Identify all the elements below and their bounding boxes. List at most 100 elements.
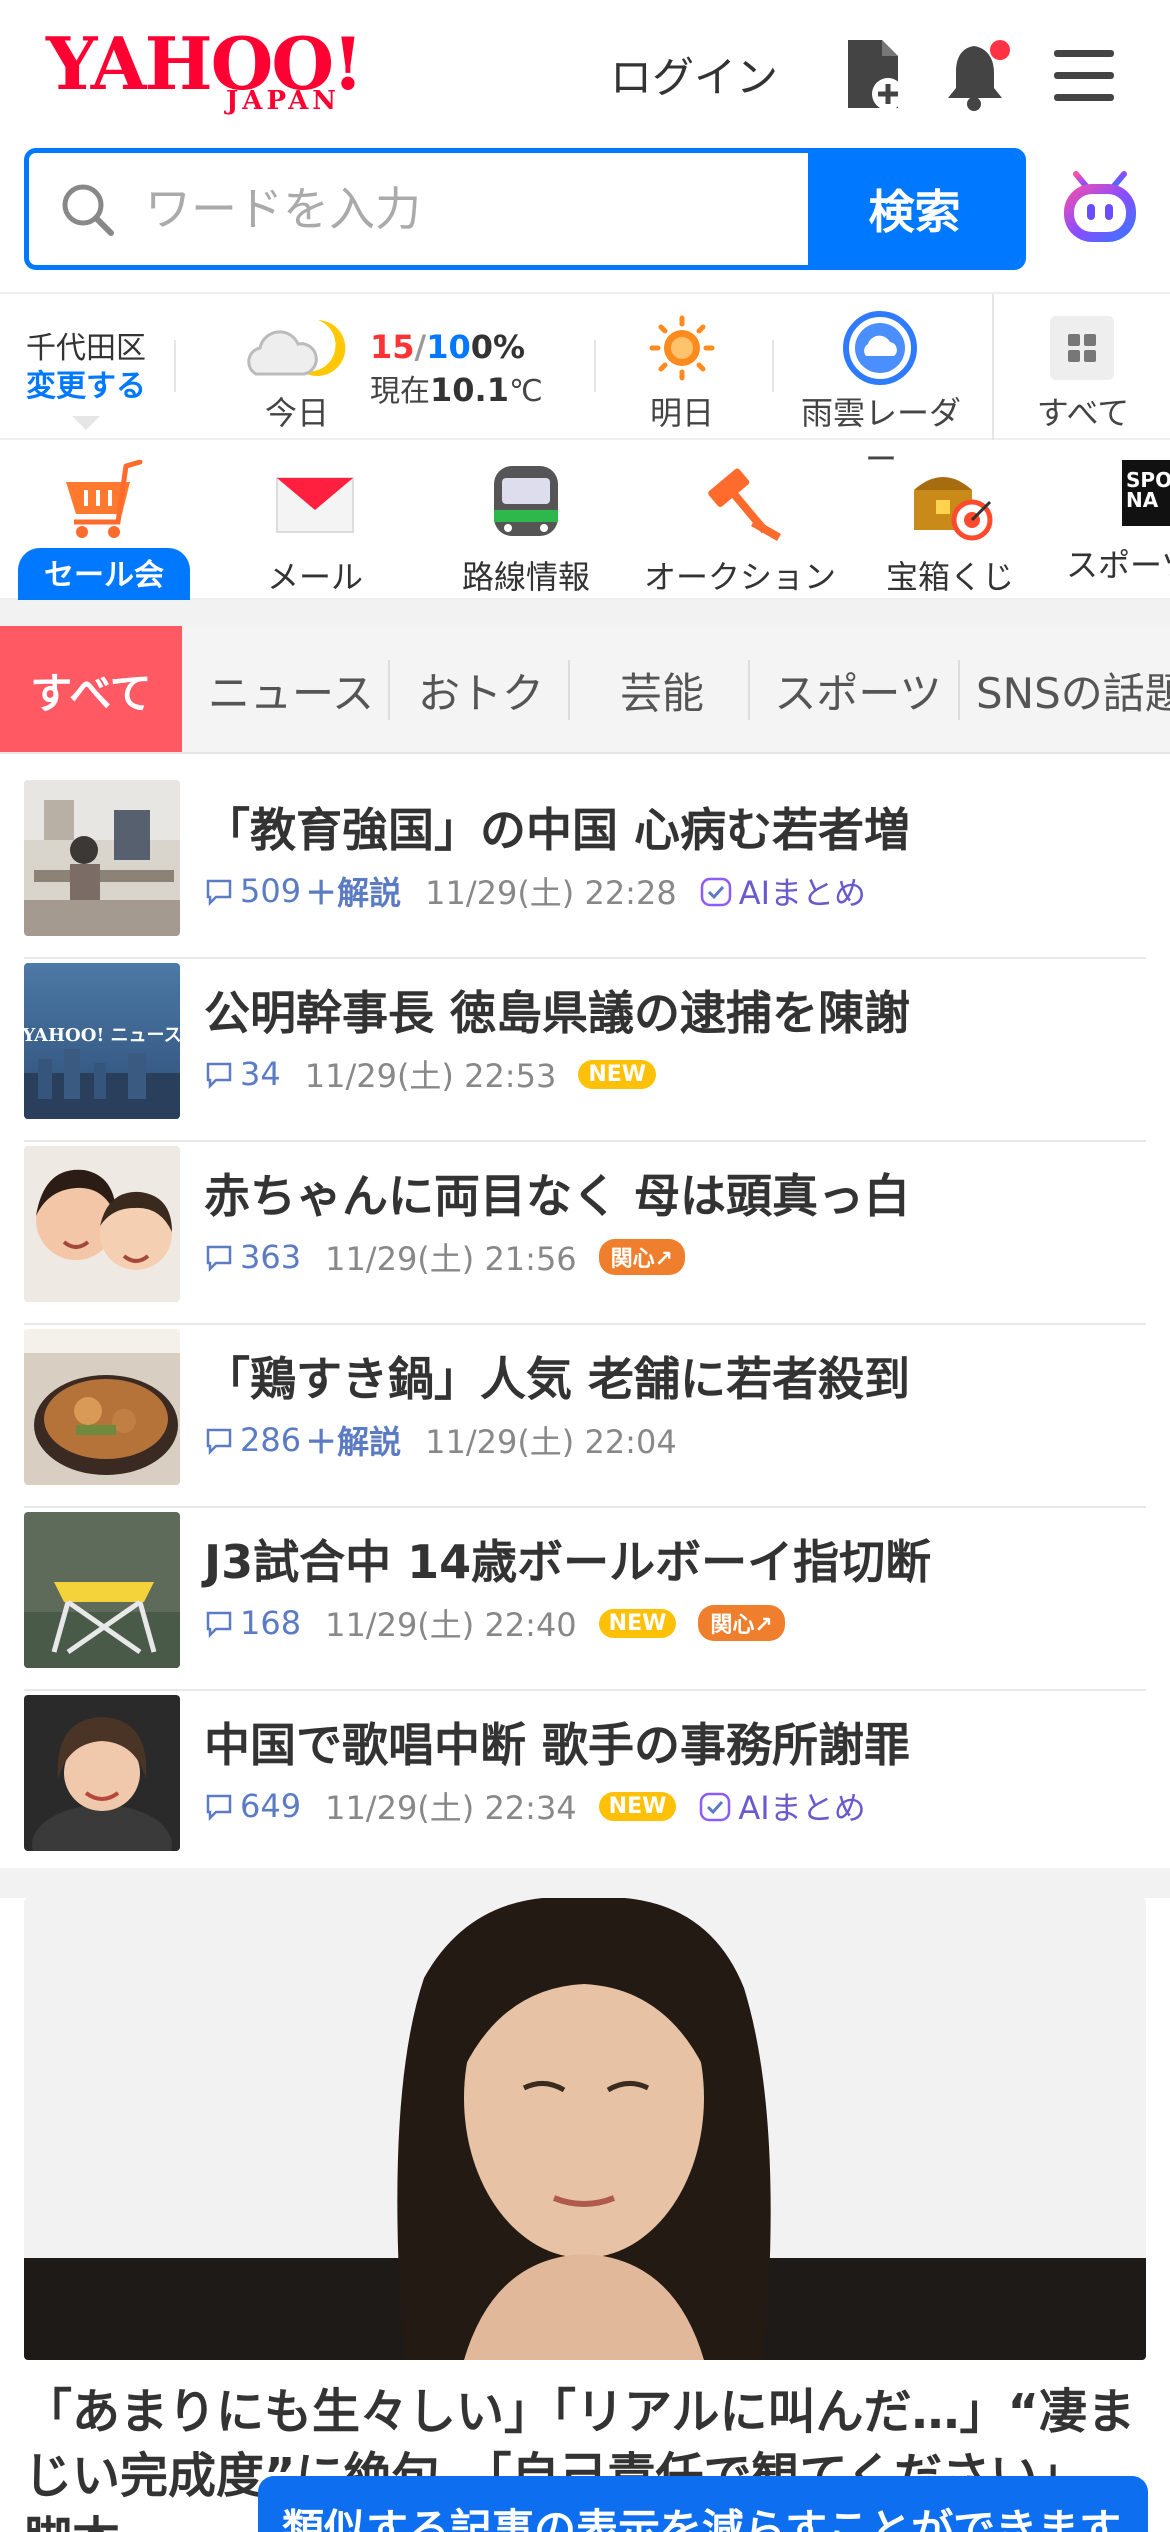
- temperature: 15/100%: [370, 328, 525, 366]
- tab-all[interactable]: すべて: [0, 626, 182, 752]
- logo-sub: JAPAN: [226, 86, 341, 116]
- lottery-label: 宝箱くじ: [885, 558, 1014, 596]
- news-thumbnail: [24, 1695, 180, 1851]
- now-temp-unit: ℃: [508, 374, 543, 409]
- news-meta: 34 11/29(土) 22:53 NEW: [204, 1051, 657, 1097]
- change-location-link[interactable]: 変更する: [26, 368, 146, 406]
- tab-news[interactable]: ニュース: [196, 626, 386, 752]
- news-time: 11/29(土) 22:04: [425, 1423, 677, 1461]
- rain-chance: 0%: [470, 328, 526, 366]
- search-input[interactable]: [145, 153, 835, 265]
- sunny-icon[interactable]: [642, 312, 722, 384]
- new-badge: NEW: [598, 1608, 677, 1638]
- all-services-label[interactable]: すべて: [1030, 388, 1136, 434]
- feature-title-line: 「あまりにも生々しい」「リアルに叫んだ…」“凄ま: [24, 2384, 1136, 2440]
- location-name: 千代田区: [26, 331, 146, 366]
- news-item[interactable]: 「鶏すき鍋」人気 老舗に若者殺到 286 ＋解説 11/29(土) 22:04: [24, 1325, 1146, 1508]
- tab-entertainment[interactable]: 芸能: [578, 626, 746, 752]
- news-item[interactable]: 赤ちゃんに両目なく 母は頭真っ白 363 11/29(土) 21:56 関心↗: [24, 1142, 1146, 1325]
- comment-number: 286: [240, 1421, 302, 1459]
- separator: [0, 600, 1170, 626]
- tab-divider: [568, 660, 570, 720]
- search-bar: 検索: [24, 148, 1026, 270]
- tab-sns[interactable]: SNSの話題: [964, 626, 1170, 752]
- tab-sports[interactable]: スポーツ: [758, 626, 958, 752]
- news-thumbnail: [24, 780, 180, 936]
- location[interactable]: 千代田区 変更する: [26, 330, 146, 406]
- weather-bar: 千代田区 変更する 今日 15/100% 現在10.1℃ 明日 雨雲レーダー す…: [0, 292, 1170, 478]
- ai-summary-label: AIまとめ: [738, 874, 867, 912]
- news-meta: 286 ＋解説 11/29(土) 22:04: [204, 1417, 677, 1463]
- comment-count[interactable]: 168: [204, 1604, 301, 1642]
- temp-sep: /: [414, 328, 427, 366]
- news-item[interactable]: 中国で歌唱中断 歌手の事務所謝罪 649 11/29(土) 22:34 NEW …: [24, 1691, 1146, 1874]
- news-title[interactable]: 赤ちゃんに両目なく 母は頭真っ白: [204, 1160, 910, 1226]
- location-pointer: [72, 416, 100, 430]
- today-label: 今日: [264, 394, 329, 432]
- news-meta: 649 11/29(土) 22:34 NEW AIまとめ: [204, 1783, 866, 1829]
- service-transit[interactable]: 路線情報: [452, 460, 600, 598]
- news-item[interactable]: YAHOO! ニュース 公明幹事長 徳島県議の逮捕を陳謝 34 11/29(土)…: [24, 959, 1146, 1142]
- comment-icon: [206, 1062, 232, 1089]
- services-row: セール会場 メール 路線情報: [0, 440, 1170, 640]
- interest-badge: 関心↗: [598, 1239, 686, 1275]
- auction-label: オークション: [644, 558, 837, 596]
- sports-logo-icon: SPO NA: [1122, 460, 1170, 526]
- news-title[interactable]: 「教育強国」の中国 心病む若者増: [204, 794, 910, 860]
- comment-count[interactable]: 363: [204, 1238, 301, 1276]
- hide-similar-toast[interactable]: 類似する記事の表示を減らすことができます: [258, 2476, 1148, 2532]
- treasure-chest-icon: [902, 460, 998, 546]
- news-title[interactable]: 公明幹事長 徳島県議の逮捕を陳謝: [204, 977, 910, 1043]
- add-document-icon[interactable]: [838, 36, 908, 112]
- news-item[interactable]: J3試合中 14歳ボールボーイ指切断 168 11/29(土) 22:40 NE…: [24, 1508, 1146, 1691]
- news-thumbnail: YAHOO! ニュース: [24, 963, 180, 1119]
- news-item[interactable]: 「教育強国」の中国 心病む若者増 509 ＋解説 11/29(土) 22:28 …: [24, 776, 1146, 959]
- gavel-icon: [691, 460, 787, 546]
- tab-deals[interactable]: おトク: [396, 626, 566, 752]
- service-mail[interactable]: メール: [240, 460, 390, 598]
- comment-icon: [206, 1428, 232, 1455]
- tomorrow-label[interactable]: 明日: [646, 388, 718, 434]
- ai-summary-icon: [700, 1792, 731, 1822]
- search-button[interactable]: 検索: [808, 153, 1021, 265]
- login-link[interactable]: ログイン: [610, 44, 778, 105]
- comment-count[interactable]: 649: [204, 1787, 301, 1825]
- cloudy-moon-icon: [238, 314, 358, 386]
- comment-number: 649: [240, 1787, 302, 1825]
- notification-bell-icon[interactable]: [942, 36, 1012, 112]
- service-auction[interactable]: オークション: [644, 460, 837, 598]
- news-title[interactable]: 中国で歌唱中断 歌手の事務所謝罪: [204, 1709, 910, 1775]
- service-sports[interactable]: SPO NA スポーツ: [1066, 460, 1170, 586]
- current-temp: 現在10.1℃: [370, 366, 543, 410]
- comment-icon: [206, 1611, 232, 1638]
- news-title[interactable]: J3試合中 14歳ボールボーイ指切断: [204, 1526, 931, 1592]
- rain-radar-icon[interactable]: [840, 308, 920, 388]
- ai-summary[interactable]: AIまとめ: [699, 868, 866, 914]
- comment-count[interactable]: 286: [204, 1421, 301, 1459]
- news-thumbnail: [24, 1146, 180, 1302]
- grid-icon[interactable]: [1050, 316, 1114, 380]
- feature-image[interactable]: [24, 1898, 1146, 2360]
- interest-badge: 関心↗: [698, 1605, 785, 1641]
- news-time: 11/29(土) 22:28: [425, 874, 677, 912]
- ai-summary-label: AIまとめ: [738, 1789, 866, 1827]
- header: YAHOO! JAPAN ログイン: [0, 0, 1170, 148]
- comment-count[interactable]: 509: [204, 872, 301, 910]
- yahoo-japan-logo[interactable]: YAHOO! JAPAN: [46, 28, 366, 118]
- comment-count[interactable]: 34: [204, 1055, 281, 1093]
- divider: [594, 340, 596, 392]
- sports-label: スポーツ: [1066, 546, 1170, 584]
- now-temp-value: 10.1: [430, 371, 509, 409]
- mail-icon: [267, 460, 363, 546]
- news-meta: 168 11/29(土) 22:40 NEW 関心↗: [204, 1600, 785, 1646]
- ai-assistant-icon[interactable]: [1058, 168, 1142, 248]
- service-lottery[interactable]: 宝箱くじ: [876, 460, 1024, 598]
- comment-icon: [206, 1245, 232, 1272]
- news-time: 11/29(土) 22:34: [325, 1789, 577, 1827]
- ai-summary[interactable]: AIまとめ: [698, 1783, 866, 1829]
- divider: [772, 340, 774, 392]
- hamburger-menu-icon[interactable]: [1050, 36, 1120, 112]
- divider: [992, 294, 994, 440]
- news-title[interactable]: 「鶏すき鍋」人気 老舗に若者殺到: [204, 1343, 910, 1409]
- news-time: 11/29(土) 22:40: [325, 1606, 577, 1644]
